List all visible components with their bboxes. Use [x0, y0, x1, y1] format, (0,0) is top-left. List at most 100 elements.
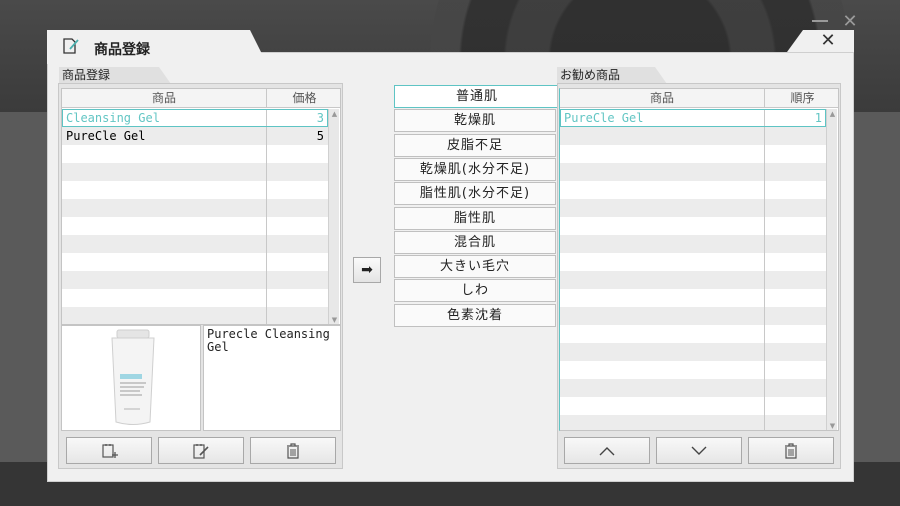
- cell-product: [62, 235, 267, 253]
- cell-value: [267, 199, 328, 217]
- skin-type-option[interactable]: 乾燥肌(水分不足): [394, 157, 556, 181]
- cell-product: [560, 181, 765, 199]
- table-row[interactable]: [560, 145, 826, 163]
- cell-product: [560, 163, 765, 181]
- product-grid-scrollbar[interactable]: ▲ ▼: [328, 109, 340, 324]
- table-row[interactable]: [560, 379, 826, 397]
- add-item-icon: [102, 443, 118, 458]
- table-row[interactable]: [560, 235, 826, 253]
- cell-value: [765, 271, 826, 289]
- cell-value: [267, 253, 328, 271]
- dialog-close-button[interactable]: ✕: [817, 30, 839, 52]
- cell-value: [765, 217, 826, 235]
- column-header-product[interactable]: 商品: [560, 89, 765, 108]
- table-row[interactable]: [560, 127, 826, 145]
- table-row[interactable]: [62, 271, 328, 289]
- cell-product: [560, 397, 765, 415]
- cell-value: [765, 361, 826, 379]
- cell-value: [765, 379, 826, 397]
- table-row[interactable]: [560, 325, 826, 343]
- cell-product: [560, 325, 765, 343]
- recommended-grid-header: 商品 順序: [560, 89, 838, 108]
- cell-product: [62, 145, 267, 163]
- move-down-button[interactable]: [656, 437, 742, 464]
- recommended-grid: 商品 順序 PureCle Gel 1 ▲ ▼: [559, 88, 839, 431]
- product-grid: 商品 価格 Cleansing Gel 3 PureCle Gel 5 ▲ ▼: [61, 88, 341, 325]
- delete-product-button[interactable]: [250, 437, 336, 464]
- table-row[interactable]: [560, 253, 826, 271]
- cell-product: [560, 253, 765, 271]
- add-product-button[interactable]: [66, 437, 152, 464]
- skin-type-option[interactable]: 普通肌: [394, 85, 559, 108]
- table-row[interactable]: [560, 217, 826, 235]
- scroll-up-icon[interactable]: ▲: [329, 109, 340, 120]
- edit-product-button[interactable]: [158, 437, 244, 464]
- table-row[interactable]: [62, 181, 328, 199]
- cell-product: [62, 217, 267, 235]
- cell-product: [560, 343, 765, 361]
- transfer-to-recommended-button[interactable]: ➡: [353, 257, 381, 283]
- table-row[interactable]: [560, 415, 826, 430]
- cell-product: [62, 181, 267, 199]
- cell-product: [560, 289, 765, 307]
- table-row[interactable]: [560, 343, 826, 361]
- table-row[interactable]: [560, 163, 826, 181]
- scroll-down-icon[interactable]: ▼: [329, 315, 340, 324]
- table-row[interactable]: [560, 307, 826, 325]
- cell-value: 1: [814, 111, 822, 125]
- cell-product: [560, 235, 765, 253]
- recommended-grid-scrollbar[interactable]: ▲ ▼: [826, 109, 838, 430]
- cell-product: [560, 415, 765, 430]
- cell-value: [765, 397, 826, 415]
- cell-value: [267, 217, 328, 235]
- cell-value: [267, 181, 328, 199]
- column-header-order[interactable]: 順序: [765, 89, 838, 108]
- table-row[interactable]: [560, 271, 826, 289]
- window-minimize-icon[interactable]: [812, 20, 828, 22]
- skin-type-option[interactable]: 脂性肌: [394, 206, 556, 230]
- table-row[interactable]: [62, 199, 328, 217]
- skin-type-option[interactable]: 混合肌: [394, 230, 556, 254]
- table-row[interactable]: [560, 361, 826, 379]
- table-row[interactable]: [62, 217, 328, 235]
- table-row[interactable]: [560, 289, 826, 307]
- table-row[interactable]: [62, 235, 328, 253]
- table-row[interactable]: [560, 397, 826, 415]
- cell-value: [765, 145, 826, 163]
- cell-product: [62, 163, 267, 181]
- cell-value: [267, 235, 328, 253]
- scroll-down-icon[interactable]: ▼: [827, 421, 838, 430]
- table-row[interactable]: [560, 199, 826, 217]
- cell-value: [765, 199, 826, 217]
- move-up-button[interactable]: [564, 437, 650, 464]
- column-header-product[interactable]: 商品: [62, 89, 267, 108]
- chevron-down-icon: [691, 446, 707, 455]
- cell-value: [765, 343, 826, 361]
- table-row[interactable]: [62, 289, 328, 307]
- table-row[interactable]: [560, 181, 826, 199]
- product-description: Purecle Cleansing Gel: [203, 325, 341, 431]
- table-row[interactable]: [62, 163, 328, 181]
- skin-type-option[interactable]: 脂性肌(水分不足): [394, 182, 556, 206]
- skin-type-option[interactable]: 乾燥肌: [394, 109, 556, 133]
- table-row[interactable]: Cleansing Gel 3: [62, 109, 328, 127]
- column-header-price[interactable]: 価格: [267, 89, 340, 108]
- skin-type-option[interactable]: 大きい毛穴: [394, 255, 556, 279]
- skin-type-option[interactable]: 色素沈着: [394, 303, 556, 327]
- cell-value: [267, 163, 328, 181]
- cell-product: [560, 361, 765, 379]
- table-row[interactable]: [62, 253, 328, 271]
- cell-value: [765, 289, 826, 307]
- document-edit-icon: [63, 38, 79, 54]
- table-row[interactable]: PureCle Gel 5: [62, 127, 328, 145]
- cleansing-gel-tube-icon: [111, 329, 155, 425]
- product-registration-dialog: 商品登録 ✕ 商品登録 商品 価格 Cleansing Gel 3 PureCle …: [47, 30, 854, 482]
- table-row[interactable]: [62, 307, 328, 324]
- delete-recommended-button[interactable]: [748, 437, 834, 464]
- skin-type-option[interactable]: 皮脂不足: [394, 133, 556, 157]
- window-close-icon[interactable]: ✕: [840, 12, 860, 32]
- scroll-up-icon[interactable]: ▲: [827, 109, 838, 120]
- table-row[interactable]: PureCle Gel 1: [560, 109, 826, 127]
- table-row[interactable]: [62, 145, 328, 163]
- skin-type-option[interactable]: しわ: [394, 279, 556, 303]
